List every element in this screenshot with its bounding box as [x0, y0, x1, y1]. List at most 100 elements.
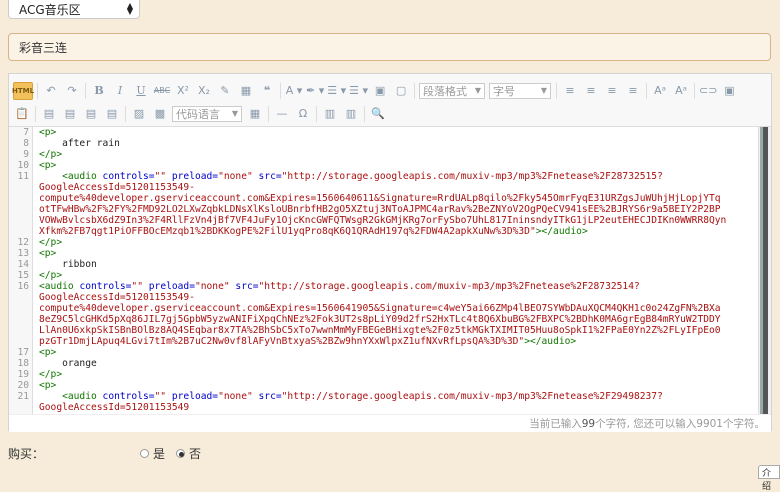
search-icon[interactable]: 🔍	[369, 105, 387, 123]
category-select[interactable]: ACG音乐区 ▲ ▼	[8, 0, 140, 19]
code-line: <audio controls="" preload="none" src="h…	[62, 171, 663, 182]
strikethrough-icon[interactable]: ABC	[153, 82, 171, 100]
editor-toolbar: HTML ↶ ↷ B I U ABC X² X₂ ✎ ▦ ❝ A ▾ ✒ ▾ ☰…	[9, 74, 771, 127]
code-line: orange	[62, 358, 97, 369]
image-right-icon[interactable]: ▤	[82, 105, 100, 123]
font-size-label: 字号	[493, 84, 516, 98]
font-color-icon[interactable]: A ▾	[285, 82, 303, 100]
table-edit-icon[interactable]: ▥	[321, 105, 339, 123]
line-number: 10	[17, 160, 29, 171]
image-none-icon[interactable]: ▤	[61, 105, 79, 123]
unordered-list-icon[interactable]: ☰ ▾	[349, 82, 368, 100]
line-number: 16	[17, 281, 29, 292]
italic-icon[interactable]: I	[111, 82, 129, 100]
insert-image-icon[interactable]: ▨	[130, 105, 148, 123]
source-code[interactable]: <p> after rain </p> <p> <audio controls=""…	[33, 127, 771, 414]
superscript-icon[interactable]: X²	[174, 82, 192, 100]
toolbar-separator	[316, 105, 317, 122]
scrollbar-thumb[interactable]	[763, 127, 768, 414]
category-select-value: ACG音乐区	[19, 2, 81, 17]
code-line: ribbon	[62, 259, 97, 270]
line-number: 17	[17, 347, 29, 358]
purchase-no-label: 否	[189, 447, 202, 461]
clear-format-icon[interactable]: ▦	[237, 82, 255, 100]
code-line: </p>	[39, 270, 63, 281]
toolbar-separator	[364, 105, 365, 122]
horizontal-rule-icon[interactable]: —	[273, 105, 291, 123]
link-icon[interactable]: ⊂⊃	[699, 82, 717, 100]
purchase-yes-option[interactable]: 是	[140, 445, 165, 462]
code-line: </p>	[39, 369, 63, 380]
line-number: 15	[17, 270, 29, 281]
line-number	[9, 314, 29, 325]
code-language-combo[interactable]: 代码语言 ▼	[172, 105, 242, 122]
vertical-scrollbar[interactable]	[758, 127, 771, 414]
line-number: 21	[17, 391, 29, 402]
line-number: 8	[23, 138, 29, 149]
toolbar-separator	[37, 82, 38, 99]
image-left-icon[interactable]: ▤	[40, 105, 58, 123]
table-split-icon[interactable]: ▥	[342, 105, 360, 123]
code-language-label: 代码语言	[176, 107, 220, 121]
paste-icon[interactable]: 📋	[13, 105, 31, 123]
code-line: compute%40developer.gserviceaccount.com&…	[39, 303, 721, 314]
select-arrows-icon: ▲ ▼	[126, 1, 133, 16]
toolbar-separator	[125, 105, 126, 122]
code-line: <p>	[39, 248, 57, 259]
paragraph-format-combo[interactable]: 段落格式 ▼	[419, 82, 486, 99]
underline-icon[interactable]: U	[132, 82, 150, 100]
highlight-color-icon[interactable]: ✒ ▾	[306, 82, 324, 100]
image-center-icon[interactable]: ▤	[103, 105, 121, 123]
code-line: VOWwBvlcsbX6dZ9In3%2F4RllFzVn4jBf7VF4JuF…	[39, 215, 727, 226]
line-number: 13	[17, 248, 29, 259]
radio-no[interactable]	[176, 449, 185, 458]
align-justify-icon[interactable]: ≡	[624, 82, 642, 100]
toolbar-separator	[694, 82, 696, 99]
fullscreen-icon[interactable]: ▣	[720, 82, 738, 100]
code-line: <p>	[39, 127, 57, 138]
toolbar-separator	[268, 105, 269, 122]
html-source-button[interactable]: HTML	[12, 81, 34, 100]
line-number: 14	[17, 259, 29, 270]
ordered-list-icon[interactable]: ☰ ▾	[327, 82, 346, 100]
code-line: <p>	[39, 160, 57, 171]
align-center-icon[interactable]: ≡	[582, 82, 600, 100]
select-all-icon[interactable]: ▣	[371, 82, 389, 100]
font-size-down-icon[interactable]: Aᵃ	[672, 82, 690, 100]
title-input[interactable]: 彩音三连	[8, 33, 771, 61]
line-number: 11	[17, 171, 29, 182]
redo-icon[interactable]: ↷	[63, 82, 81, 100]
rich-text-editor: HTML ↶ ↷ B I U ABC X² X₂ ✎ ▦ ❝ A ▾ ✒ ▾ ☰…	[8, 73, 772, 432]
line-number: 7	[23, 127, 29, 138]
code-line: <p>	[39, 347, 57, 358]
special-char-icon[interactable]: Ω	[294, 105, 312, 123]
radio-yes[interactable]	[140, 449, 149, 458]
code-line: pzGTr1DmjLApuq4LGvi7tIm%2B7uC2Nw0vf8lAFy…	[39, 336, 577, 347]
insert-table-icon[interactable]: ▦	[246, 105, 264, 123]
code-line: GoogleAccessId=51201153549	[39, 402, 190, 413]
align-left-icon[interactable]: ≡	[561, 82, 579, 100]
subscript-icon[interactable]: X₂	[195, 82, 213, 100]
char-count-value: 99	[581, 418, 596, 430]
insert-video-icon[interactable]: ▩	[151, 105, 169, 123]
blockquote-icon[interactable]: ❝	[258, 82, 276, 100]
align-right-icon[interactable]: ≡	[603, 82, 621, 100]
code-line: </p>	[39, 237, 63, 248]
toolbar-separator	[646, 82, 648, 99]
line-number	[9, 193, 29, 204]
code-line: <p>	[39, 380, 57, 391]
format-painter-icon[interactable]: ✎	[216, 82, 234, 100]
undo-icon[interactable]: ↶	[42, 82, 60, 100]
code-line: <audio controls="" preload="none" src="h…	[62, 391, 663, 402]
char-count-suffix: 个字符, 您还可以输入9901个字符。	[595, 418, 765, 430]
bold-icon[interactable]: B	[90, 82, 108, 100]
clear-doc-icon[interactable]: ▢	[392, 82, 410, 100]
font-size-combo[interactable]: 字号 ▼	[489, 82, 552, 99]
chevron-down-icon: ▼	[540, 86, 548, 95]
font-size-up-icon[interactable]: Aᵃ	[651, 82, 669, 100]
purchase-no-option[interactable]: 否	[176, 445, 201, 462]
html-source-view[interactable]: 7 8 9 10 11 12 13 14 15 16 17 18 19 20 21 <p> after ra…	[9, 127, 771, 414]
toolbar-separator	[35, 105, 36, 122]
line-number: 20	[17, 380, 29, 391]
char-count-prefix: 当前已输入	[529, 418, 582, 430]
